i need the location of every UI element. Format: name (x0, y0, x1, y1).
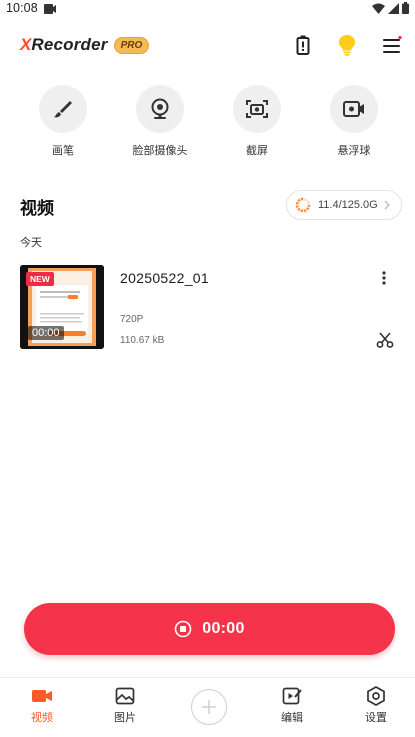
app-logo: X Recorder PRO (20, 34, 150, 56)
video-more-button[interactable] (374, 268, 394, 288)
video-title[interactable]: 20250522_01 (120, 270, 209, 286)
edit-icon (282, 687, 302, 705)
status-bar: 10:08 (0, 0, 415, 16)
tool-screenshot[interactable]: 截屏 (217, 85, 297, 158)
wifi-icon (372, 3, 385, 14)
nav-label: 视频 (31, 712, 53, 724)
storage-ring-icon (295, 197, 311, 213)
record-timer: 00:00 (202, 620, 245, 637)
image-icon (115, 687, 135, 705)
video-resolution: 720P (120, 314, 144, 325)
stop-record-icon (174, 620, 192, 638)
storage-text: 11.4/125.0G (318, 199, 378, 211)
signal-icon (388, 2, 399, 14)
record-button[interactable]: 00:00 (24, 603, 395, 655)
nav-videos[interactable]: 视频 (12, 686, 72, 725)
section-title: 视频 (20, 199, 54, 218)
webcam-button[interactable] (136, 85, 184, 133)
more-vertical-icon (382, 271, 386, 285)
tips-button[interactable] (334, 32, 360, 58)
video-icon (32, 690, 52, 702)
date-group-label: 今天 (20, 237, 42, 249)
add-button[interactable] (191, 689, 227, 725)
status-icons (372, 0, 409, 16)
tool-floating-ball[interactable]: 悬浮球 (314, 85, 394, 158)
battery-alert-icon (296, 35, 310, 55)
tool-label: 画笔 (52, 145, 74, 157)
nav-settings[interactable]: 设置 (346, 686, 406, 725)
webcam-icon (151, 98, 169, 119)
video-file-size: 110.67 kB (120, 335, 165, 346)
storage-indicator[interactable]: 11.4/125.0G (286, 190, 402, 220)
nav-label: 图片 (114, 712, 136, 724)
tool-webcam[interactable]: 脸部摄像头 (120, 85, 200, 158)
nav-edit[interactable]: 编辑 (262, 686, 322, 725)
scissors-icon (376, 332, 394, 348)
status-time: 10:08 (6, 1, 38, 15)
lightbulb-icon (339, 35, 355, 56)
menu-icon (383, 36, 402, 53)
menu-button[interactable] (379, 32, 405, 58)
screenshot-icon (246, 100, 268, 118)
brand-name: Recorder (31, 35, 108, 54)
floating-ball-icon (343, 101, 364, 117)
tool-label: 脸部摄像头 (132, 145, 188, 157)
chevron-right-icon (384, 200, 390, 210)
video-duration: 00:00 (28, 326, 64, 340)
floating-ball-button[interactable] (330, 85, 378, 133)
nav-label: 设置 (365, 712, 387, 724)
new-badge: NEW (26, 272, 54, 286)
nav-label: 编辑 (281, 712, 303, 724)
brush-button[interactable] (39, 85, 87, 133)
battery-icon (402, 2, 409, 14)
tool-label: 悬浮球 (337, 145, 371, 157)
plus-icon (202, 700, 216, 714)
notification-icon (44, 3, 56, 17)
nav-images[interactable]: 图片 (95, 686, 155, 725)
brand-x: X (20, 35, 32, 54)
tool-label: 截屏 (246, 145, 268, 157)
pro-badge[interactable]: PRO (113, 36, 150, 54)
settings-icon (367, 686, 385, 706)
brush-icon (54, 101, 72, 118)
screenshot-button[interactable] (233, 85, 281, 133)
battery-optimization-button[interactable] (290, 32, 316, 58)
video-trim-button[interactable] (374, 330, 396, 350)
tool-brush[interactable]: 画笔 (23, 85, 103, 158)
